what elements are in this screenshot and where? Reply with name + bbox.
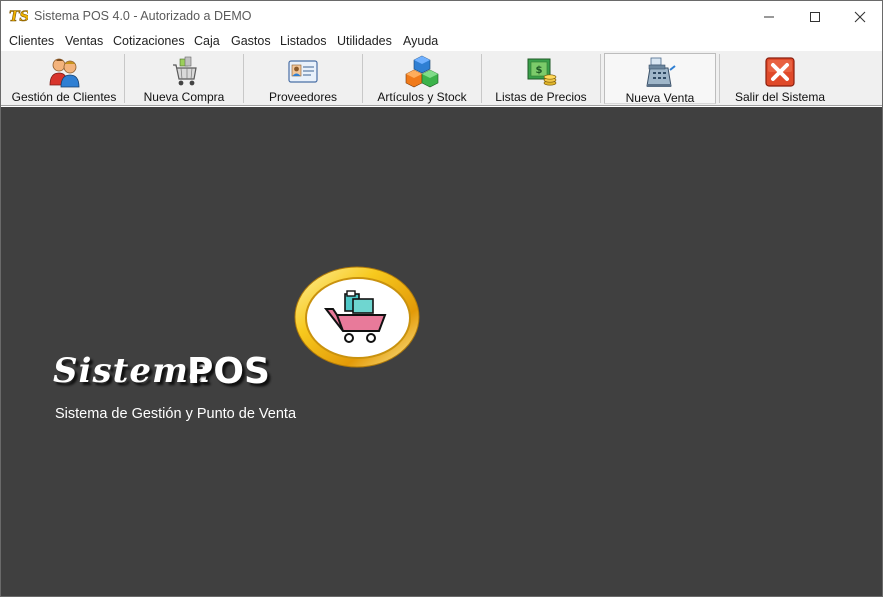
maximize-icon	[810, 11, 820, 22]
articulos-stock-label: Artículos y Stock	[377, 90, 467, 104]
users-icon	[49, 58, 80, 88]
menu-utilidades[interactable]: Utilidades	[337, 34, 392, 48]
articulos-stock-button[interactable]: Artículos y Stock	[363, 53, 481, 104]
app-logo-icon: TS	[9, 9, 28, 24]
menu-listados[interactable]: Listados	[280, 34, 327, 48]
main-area: Sistema POS Sistema de Gestión y Punto d…	[1, 107, 882, 596]
pos-cart-logo-icon	[294, 266, 420, 368]
menu-ventas[interactable]: Ventas	[65, 34, 103, 48]
proveedores-label: Proveedores	[268, 90, 338, 104]
brand-subtitle: Sistema de Gestión y Punto de Venta	[55, 406, 297, 422]
minimize-icon	[764, 16, 774, 17]
svg-text:TS: TS	[9, 9, 28, 24]
nueva-compra-label: Nueva Compra	[143, 90, 225, 104]
nueva-venta-button[interactable]: Nueva Venta	[604, 53, 716, 105]
brand-pos-text: POS	[187, 351, 270, 392]
svg-text:$: $	[536, 65, 543, 76]
menu-cotizaciones[interactable]: Cotizaciones	[113, 34, 185, 48]
maximize-button[interactable]	[792, 1, 838, 32]
listas-precios-label: Listas de Precios	[495, 90, 587, 104]
menu-clientes[interactable]: Clientes	[9, 34, 54, 48]
toolbar-separator	[719, 54, 720, 103]
menu-caja[interactable]: Caja	[194, 34, 220, 48]
menu-gastos[interactable]: Gastos	[231, 34, 271, 48]
proveedores-button[interactable]: Proveedores	[244, 53, 362, 104]
menu-bar: Clientes Ventas Cotizaciones Caja Gastos…	[1, 32, 882, 51]
menu-ayuda[interactable]: Ayuda	[403, 34, 438, 48]
money-icon: $	[527, 58, 557, 86]
title-bar[interactable]: TS Sistema POS 4.0 - Autorizado a DEMO	[1, 1, 882, 32]
id-card-icon	[288, 60, 318, 83]
shopping-cart-icon	[173, 56, 197, 86]
close-icon	[854, 11, 866, 22]
listas-precios-button[interactable]: $ Listas de Precios	[482, 53, 600, 104]
close-button[interactable]	[837, 1, 883, 32]
salir-sistema-button[interactable]: Salir del Sistema	[721, 53, 839, 104]
exit-icon	[765, 57, 795, 87]
cubes-icon	[405, 55, 439, 88]
toolbar: Gestión de Clientes Nueva Compra Proveed…	[1, 51, 882, 106]
minimize-button[interactable]	[746, 1, 792, 32]
toolbar-separator	[600, 54, 601, 103]
nueva-venta-label: Nueva Venta	[625, 91, 695, 105]
salir-sistema-label: Salir del Sistema	[734, 90, 826, 104]
gestion-clientes-button[interactable]: Gestión de Clientes	[5, 53, 123, 104]
cash-register-icon	[646, 57, 676, 87]
app-window: TS Sistema POS 4.0 - Autorizado a DEMO C…	[0, 0, 883, 597]
window-title: Sistema POS 4.0 - Autorizado a DEMO	[34, 9, 252, 23]
nueva-compra-button[interactable]: Nueva Compra	[125, 53, 243, 104]
gestion-clientes-label: Gestión de Clientes	[11, 90, 117, 104]
